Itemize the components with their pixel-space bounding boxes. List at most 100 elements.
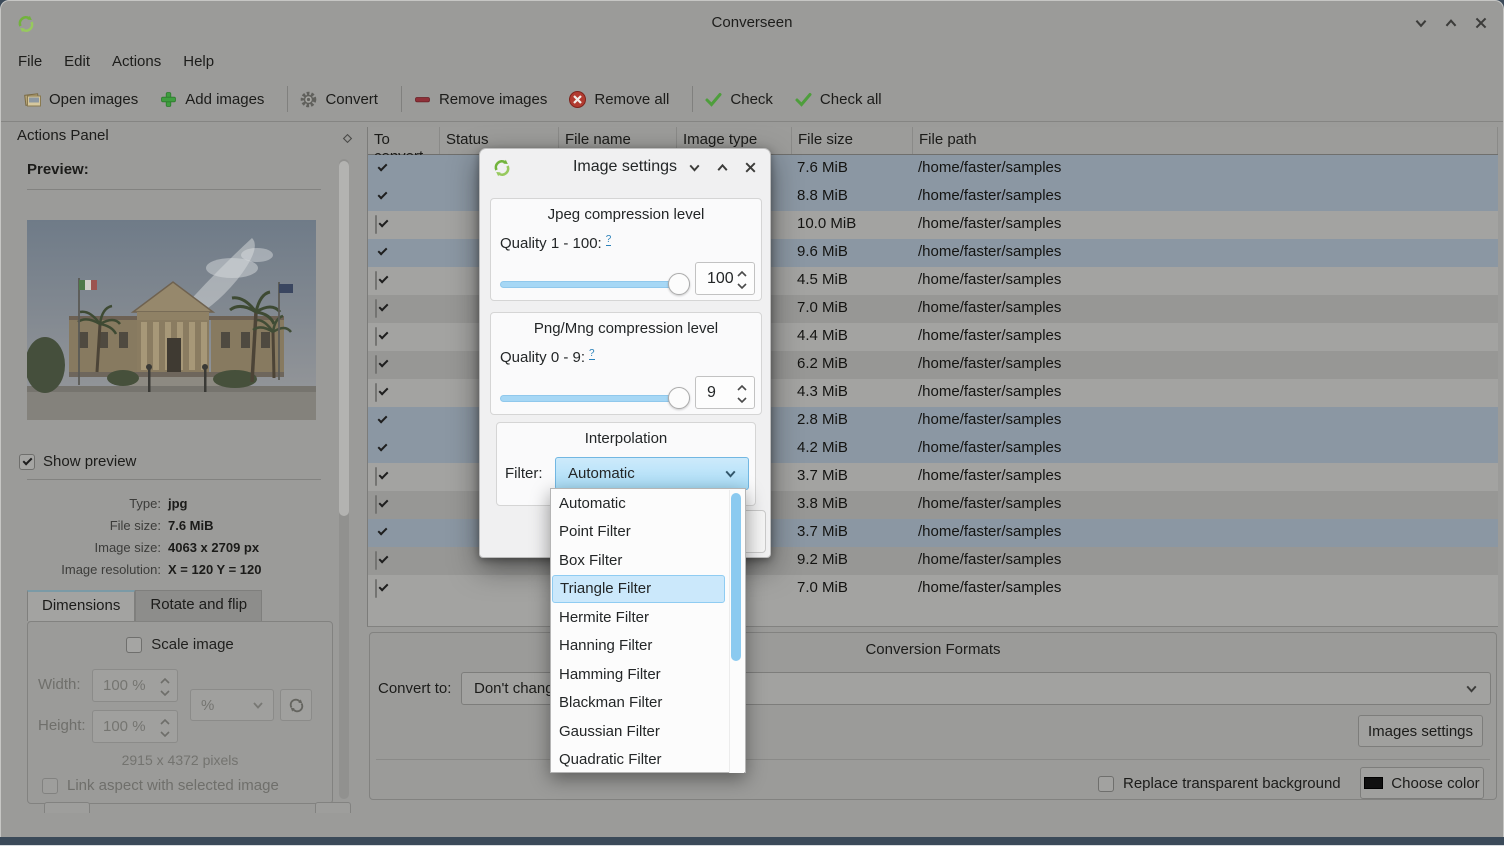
toolbar-button-add-images[interactable]: Add images bbox=[159, 90, 264, 109]
checkbox-unchecked[interactable] bbox=[42, 778, 58, 794]
column-header-to-convert[interactable]: To convert bbox=[368, 127, 440, 154]
row-checkbox[interactable] bbox=[375, 355, 377, 374]
slider-track[interactable] bbox=[500, 395, 690, 402]
toolbar-button-check-all[interactable]: Check all bbox=[794, 90, 882, 109]
column-header-file-path[interactable]: File path bbox=[913, 127, 1498, 154]
tab-rotate-and-flip[interactable]: Rotate and flip bbox=[135, 590, 262, 621]
checkbox-unchecked[interactable] bbox=[126, 637, 142, 653]
dropdown-scrollbar-thumb[interactable] bbox=[731, 493, 741, 661]
help-link[interactable]: ? bbox=[589, 348, 595, 360]
toolbar-button-convert[interactable]: Convert bbox=[299, 90, 378, 109]
width-label: Width: bbox=[38, 676, 81, 693]
column-header-file-size[interactable]: File size bbox=[792, 127, 913, 154]
dimension-tabs: Dimensions Rotate and flip bbox=[27, 590, 262, 621]
spinner-icon[interactable] bbox=[735, 267, 749, 291]
to-convert-cell[interactable] bbox=[375, 552, 377, 570]
row-checkbox[interactable] bbox=[375, 327, 377, 346]
png-quality-spinbox[interactable]: 9 bbox=[695, 376, 755, 409]
table-row[interactable]: 7.0 MiB/home/faster/samples bbox=[368, 575, 1498, 603]
row-checkbox[interactable] bbox=[375, 383, 377, 402]
tick bbox=[23, 455, 33, 465]
checkbox-checked[interactable] bbox=[19, 454, 35, 470]
toolbar-button-check[interactable]: Check bbox=[704, 90, 773, 109]
to-convert-cell[interactable] bbox=[375, 356, 377, 374]
maximize-icon[interactable] bbox=[715, 160, 730, 175]
minimize-icon[interactable] bbox=[1413, 15, 1429, 31]
minimize-icon[interactable] bbox=[687, 160, 702, 175]
to-convert-cell[interactable] bbox=[375, 468, 377, 486]
close-icon[interactable] bbox=[743, 160, 758, 175]
row-checkbox[interactable] bbox=[375, 215, 377, 234]
link-aspect-checkbox[interactable]: Link aspect with selected image bbox=[42, 777, 279, 794]
dropdown-option-quadratic-filter[interactable]: Quadratic Filter bbox=[551, 746, 745, 775]
height-label: Height: bbox=[38, 717, 86, 734]
dropdown-option-blackman-filter[interactable]: Blackman Filter bbox=[551, 689, 745, 718]
to-convert-cell[interactable] bbox=[375, 272, 377, 290]
panel-scrollbar-thumb[interactable] bbox=[339, 161, 349, 516]
row-checkbox[interactable] bbox=[375, 579, 377, 598]
checkbox-unchecked[interactable] bbox=[1098, 776, 1114, 792]
file-size-cell: 4.2 MiB bbox=[797, 439, 848, 456]
refresh-button[interactable] bbox=[280, 689, 312, 721]
width-spinbox[interactable]: 100 % bbox=[92, 669, 178, 702]
filter-combobox[interactable]: Automatic bbox=[555, 457, 749, 490]
toolbar-button-remove-all[interactable]: Remove all bbox=[568, 90, 669, 109]
dropdown-option-gaussian-filter[interactable]: Gaussian Filter bbox=[551, 717, 745, 746]
toolbar-button-remove-images[interactable]: Remove images bbox=[413, 90, 547, 109]
to-convert-cell[interactable] bbox=[375, 216, 377, 234]
dock-float-icon[interactable] bbox=[342, 131, 353, 142]
scale-image-checkbox[interactable]: Scale image bbox=[28, 636, 332, 653]
slider-track[interactable] bbox=[500, 281, 690, 288]
row-checkbox[interactable] bbox=[375, 271, 377, 290]
maximize-icon[interactable] bbox=[1443, 15, 1459, 31]
dropdown-option-triangle-filter[interactable]: Triangle Filter bbox=[552, 575, 725, 604]
info-row: Type:jpg bbox=[9, 492, 339, 514]
tab-dimensions[interactable]: Dimensions bbox=[27, 590, 135, 621]
close-icon[interactable] bbox=[1473, 15, 1489, 31]
to-convert-cell[interactable] bbox=[375, 580, 377, 598]
images-settings-button[interactable]: Images settings bbox=[1358, 715, 1483, 747]
to-convert-cell[interactable] bbox=[375, 496, 377, 514]
filter-options: AutomaticPoint FilterBox FilterTriangle … bbox=[551, 489, 745, 774]
file-path-cell: /home/faster/samples bbox=[918, 355, 1061, 372]
dropdown-option-hermite-filter[interactable]: Hermite Filter bbox=[551, 603, 745, 632]
dropdown-option-box-filter[interactable]: Box Filter bbox=[551, 546, 745, 575]
slider-handle[interactable] bbox=[668, 273, 690, 295]
menu-file[interactable]: File bbox=[7, 49, 53, 74]
png-quality-slider[interactable] bbox=[500, 387, 690, 409]
dropdown-option-point-filter[interactable]: Point Filter bbox=[551, 518, 745, 547]
row-checkbox[interactable] bbox=[375, 495, 377, 514]
file-path-cell: /home/faster/samples bbox=[918, 327, 1061, 344]
dropdown-option-automatic[interactable]: Automatic bbox=[551, 489, 745, 518]
spinner-icon[interactable] bbox=[158, 715, 172, 739]
to-convert-cell[interactable] bbox=[375, 328, 377, 346]
jpeg-quality-spinbox[interactable]: 100 bbox=[695, 262, 755, 295]
choose-color-button[interactable]: Choose color bbox=[1360, 767, 1484, 799]
file-path-cell: /home/faster/samples bbox=[918, 467, 1061, 484]
row-checkbox[interactable] bbox=[375, 299, 377, 318]
menu-help[interactable]: Help bbox=[172, 49, 225, 74]
to-convert-cell[interactable] bbox=[375, 300, 377, 318]
dropdown-option-hanning-filter[interactable]: Hanning Filter bbox=[551, 632, 745, 661]
slider-handle[interactable] bbox=[668, 387, 690, 409]
row-checkbox[interactable] bbox=[375, 467, 377, 486]
file-size-cell: 3.7 MiB bbox=[797, 467, 848, 484]
show-preview-checkbox[interactable]: Show preview bbox=[19, 453, 136, 470]
jpeg-quality-slider[interactable] bbox=[500, 273, 690, 295]
height-spinbox[interactable]: 100 % bbox=[92, 710, 178, 743]
dropdown-option-hamming-filter[interactable]: Hamming Filter bbox=[551, 660, 745, 689]
window-controls bbox=[1413, 15, 1489, 31]
tick bbox=[379, 582, 389, 592]
file-size-cell: 2.8 MiB bbox=[797, 411, 848, 428]
row-checkbox[interactable] bbox=[375, 551, 377, 570]
toolbar-button-open-images[interactable]: Open images bbox=[23, 90, 138, 109]
spinner-icon[interactable] bbox=[158, 674, 172, 698]
help-link[interactable]: ? bbox=[606, 234, 612, 246]
conversion-formats-title: Conversion Formats bbox=[370, 641, 1496, 658]
menu-edit[interactable]: Edit bbox=[53, 49, 101, 74]
menu-actions[interactable]: Actions bbox=[101, 49, 172, 74]
to-convert-cell[interactable] bbox=[375, 384, 377, 402]
unit-combobox[interactable]: % bbox=[190, 689, 274, 721]
spinner-icon[interactable] bbox=[735, 381, 749, 405]
replace-transparent-checkbox[interactable]: Replace transparent background bbox=[1098, 775, 1341, 792]
